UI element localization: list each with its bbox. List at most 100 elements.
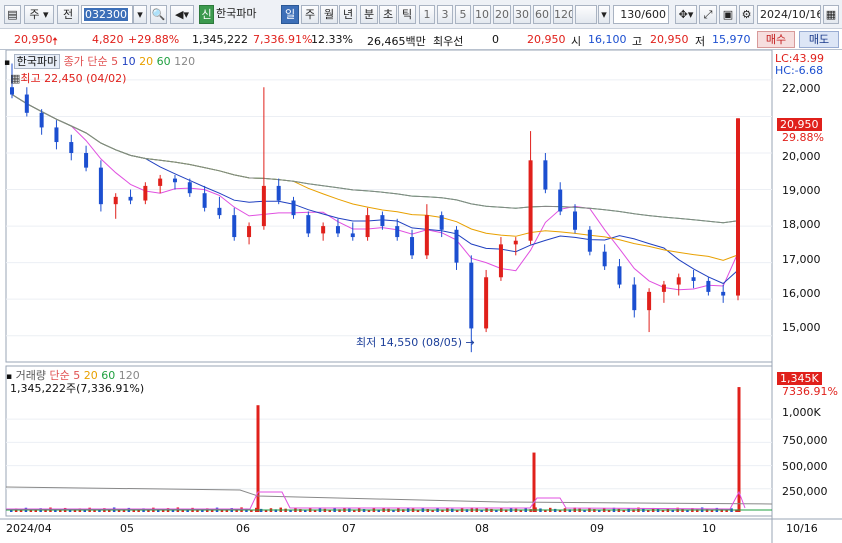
chart-mode-icon[interactable]: ▤ xyxy=(4,5,21,24)
interval-dropdown-icon[interactable]: ▾ xyxy=(598,5,610,24)
high-marker-text: 최고 22,450 (04/02) xyxy=(20,72,127,85)
quote-bar: 20,950 🠅 4,820 +29.88% 1,345,222 7,336.9… xyxy=(0,30,842,50)
period-year[interactable]: 년 xyxy=(339,5,357,24)
volume-tick: 250,000 xyxy=(782,485,828,498)
turnover: 12.33% xyxy=(311,33,353,46)
interval-input[interactable] xyxy=(575,5,597,24)
candle-body xyxy=(261,185,266,227)
chart-area[interactable]: ▪ 한국파마 종가 단순 5 10 20 60 120 ▦최고 22,450 (… xyxy=(0,50,842,543)
last-pct-tag: 29.88% xyxy=(782,131,824,144)
candle-body xyxy=(736,118,740,296)
price-tick: 20,000 xyxy=(782,150,821,163)
volume-value: 1,345,222 xyxy=(192,33,248,46)
legend-ma-label: 종가 단순 xyxy=(63,55,108,68)
arrow-right-icon: → xyxy=(465,336,475,349)
x-tick: 07 xyxy=(342,522,356,535)
candle-body xyxy=(410,237,415,256)
buy-button[interactable]: 매수 xyxy=(757,31,795,48)
price-tick: 15,000 xyxy=(782,321,821,334)
interval-1[interactable]: 1 xyxy=(419,5,435,24)
calendar-icon[interactable]: ▦ xyxy=(823,5,839,24)
type-select[interactable]: 전 xyxy=(57,5,79,24)
count-input[interactable]: 130/600 xyxy=(613,5,669,24)
candle-body xyxy=(647,291,652,311)
crosshair-icon[interactable]: ✥▾ xyxy=(675,5,697,24)
candle-body xyxy=(158,178,163,186)
ma-5-line xyxy=(11,94,739,291)
stock-code-value: 032300 xyxy=(84,8,128,21)
period-minute[interactable]: 분 xyxy=(360,5,378,24)
code-dropdown-icon[interactable]: ▾ xyxy=(133,5,147,24)
date-input[interactable]: 2024/10/16 xyxy=(757,5,821,24)
candle-body xyxy=(24,94,29,113)
stock-code-input[interactable]: 032300 xyxy=(81,5,133,24)
sound-icon[interactable]: ◀▾ xyxy=(170,5,194,24)
candle-body xyxy=(691,277,696,281)
candle-body xyxy=(484,277,489,329)
candle-body xyxy=(617,266,622,285)
interval-120[interactable]: 120 xyxy=(553,5,573,24)
x-tick: 06 xyxy=(236,522,250,535)
price-tick: 18,000 xyxy=(782,218,821,231)
candle-body xyxy=(439,215,444,230)
interval-30[interactable]: 30 xyxy=(513,5,531,24)
interval-5[interactable]: 5 xyxy=(455,5,471,24)
best-bid-value: 0 xyxy=(492,33,499,46)
period-day[interactable]: 일 xyxy=(281,5,299,24)
candle-body xyxy=(661,284,666,292)
candle-body xyxy=(706,280,711,292)
high-marker: ▦최고 22,450 (04/02) xyxy=(10,70,126,86)
candle-body xyxy=(365,215,370,238)
interval-10[interactable]: 10 xyxy=(473,5,491,24)
candle-body xyxy=(602,251,607,267)
price-tick: 17,000 xyxy=(782,253,821,266)
sell-button[interactable]: 매도 xyxy=(799,31,839,48)
period-second[interactable]: 초 xyxy=(379,5,397,24)
interval-20[interactable]: 20 xyxy=(493,5,511,24)
candle-body xyxy=(335,226,340,234)
chart-canvas[interactable] xyxy=(0,50,842,543)
period-tick[interactable]: 틱 xyxy=(398,5,416,24)
high-label: 고 xyxy=(632,35,643,48)
last-price-tag: 20,950 xyxy=(777,118,822,131)
low-marker-text: 최저 14,550 (08/05) xyxy=(356,336,463,349)
candle-body xyxy=(276,185,281,201)
interval-3[interactable]: 3 xyxy=(437,5,453,24)
screen-icon[interactable]: ▣ xyxy=(719,5,737,24)
candle-body xyxy=(528,160,533,241)
volume-ratio: 7,336.91% xyxy=(253,33,313,46)
candle-body xyxy=(143,185,148,201)
interval-60[interactable]: 60 xyxy=(533,5,551,24)
candle-body xyxy=(558,189,563,212)
candle-body xyxy=(380,215,385,227)
ma-60-line xyxy=(11,94,739,224)
market-select-label: 주 xyxy=(29,8,40,21)
volume-bar xyxy=(656,509,660,512)
legend-stock-name: 한국파마 xyxy=(13,54,61,69)
search-icon[interactable]: 🔍 xyxy=(150,5,167,24)
price-tick: 22,000 xyxy=(782,82,821,95)
price-change-pct: +29.88% xyxy=(128,33,180,46)
draw-tool-icon[interactable]: ⤢ xyxy=(699,5,717,24)
high-value: 20,950 xyxy=(650,33,689,46)
candle-body xyxy=(573,211,578,230)
best-bid-label: 최우선 xyxy=(433,35,464,48)
toolbar: ▤ 주 ▾ 전 032300 ▾ 🔍 ◀▾ 신 한국파마 일 주 월 년 분 초… xyxy=(0,0,842,29)
candle-body xyxy=(54,127,59,143)
stock-name: 한국파마 xyxy=(216,7,257,20)
open-label: 시 xyxy=(571,35,582,48)
current-price: 20,950 xyxy=(14,33,53,46)
period-month[interactable]: 월 xyxy=(320,5,338,24)
market-select[interactable]: 주 ▾ xyxy=(24,5,54,24)
legend-ma-20: 20 xyxy=(139,55,154,68)
credit-badge: 신 xyxy=(199,5,214,24)
low-marker: 최저 14,550 (08/05) → xyxy=(356,334,475,350)
candle-body xyxy=(632,284,637,311)
period-week[interactable]: 주 xyxy=(301,5,319,24)
ma-120-line xyxy=(11,94,739,224)
price-tick: 16,000 xyxy=(782,287,821,300)
settings-icon[interactable]: ⚙ xyxy=(739,5,754,24)
candle-body xyxy=(202,193,207,208)
volume-ma-120-line xyxy=(5,486,773,505)
x-tick: 10 xyxy=(702,522,716,535)
